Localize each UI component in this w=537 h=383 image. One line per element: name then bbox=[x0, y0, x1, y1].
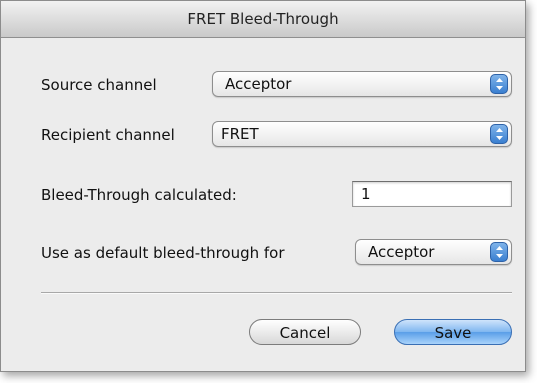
source-channel-popup[interactable]: Acceptor bbox=[212, 71, 512, 97]
dialog-window: FRET Bleed-Through Source channel Accept… bbox=[0, 0, 526, 372]
recipient-channel-value: FRET bbox=[221, 125, 259, 143]
recipient-channel-label: Recipient channel bbox=[41, 126, 175, 144]
window-title: FRET Bleed-Through bbox=[1, 1, 525, 38]
cancel-button[interactable]: Cancel bbox=[249, 319, 361, 345]
save-button[interactable]: Save bbox=[394, 319, 512, 345]
default-bleed-through-value: Acceptor bbox=[368, 243, 435, 261]
bleed-through-input[interactable] bbox=[352, 181, 512, 207]
recipient-channel-popup[interactable]: FRET bbox=[212, 121, 512, 147]
bleed-through-label: Bleed-Through calculated: bbox=[41, 186, 237, 204]
up-down-arrows-icon bbox=[490, 124, 508, 144]
source-channel-label: Source channel bbox=[41, 76, 157, 94]
separator bbox=[41, 292, 512, 294]
up-down-arrows-icon bbox=[490, 242, 508, 262]
source-channel-value: Acceptor bbox=[225, 75, 292, 93]
up-down-arrows-icon bbox=[490, 74, 508, 94]
default-bleed-through-label: Use as default bleed-through for bbox=[41, 244, 285, 262]
default-bleed-through-popup[interactable]: Acceptor bbox=[355, 239, 512, 265]
